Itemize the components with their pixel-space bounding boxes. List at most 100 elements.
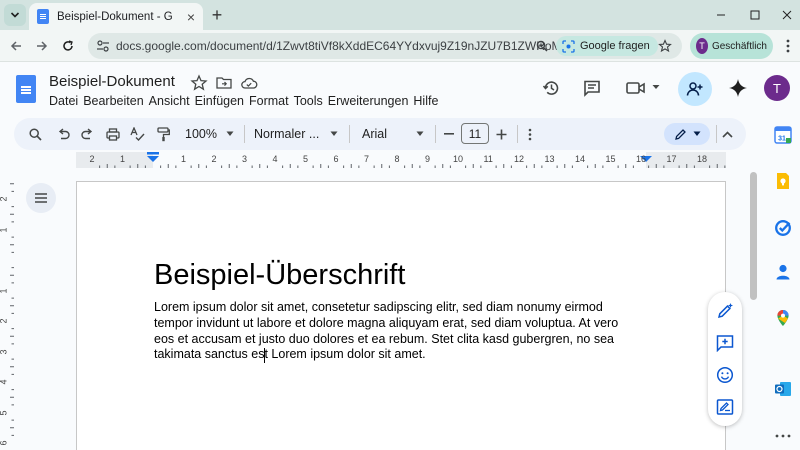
side-panel: 31: [762, 115, 800, 450]
document-title[interactable]: Beispiel-Dokument: [49, 73, 175, 90]
redo-button[interactable]: [78, 125, 96, 143]
outlook-icon[interactable]: [774, 380, 792, 398]
menu-format[interactable]: Format: [249, 94, 294, 108]
menu-tools[interactable]: Tools: [294, 94, 328, 108]
font-size-input[interactable]: 11: [461, 123, 489, 144]
hide-menus-button[interactable]: [719, 125, 735, 143]
tasks-icon[interactable]: [774, 219, 792, 237]
emoji-reaction-icon[interactable]: [716, 366, 734, 384]
close-icon: [782, 10, 792, 20]
arrow-left-icon: [10, 41, 21, 51]
spellcheck-icon: [129, 127, 145, 141]
ruler-label: 4: [0, 379, 9, 384]
close-window-button[interactable]: [778, 6, 796, 24]
zoom-in-icon[interactable]: [536, 40, 548, 52]
version-history-icon[interactable]: [542, 79, 560, 97]
font-caret-icon[interactable]: [416, 131, 424, 137]
menu-ansicht[interactable]: Ansicht: [149, 94, 195, 108]
horizontal-ruler[interactable]: 2 1 1 2 3 4 5 6 7 8 9 10 11 12 13 14 15 16 17 18: [76, 152, 726, 168]
more-vertical-icon: [786, 39, 790, 53]
suggest-edits-icon[interactable]: [716, 398, 734, 416]
menu-bearbeiten[interactable]: Bearbeiten: [83, 94, 148, 108]
menu-datei[interactable]: Datei: [49, 94, 83, 108]
paint-format-button[interactable]: [154, 125, 172, 143]
ruler-label: 17: [666, 154, 677, 164]
ruler-label: 15: [605, 154, 616, 164]
minimize-window-button[interactable]: [712, 6, 730, 24]
gemini-sparkle-icon[interactable]: [728, 78, 748, 98]
search-icon: [28, 127, 42, 141]
docs-header: Beispiel-Dokument Datei Bearbeiten Ansic…: [0, 63, 800, 115]
font-select[interactable]: Arial: [362, 125, 402, 143]
ruler-label: 9: [425, 154, 431, 164]
profile-chip[interactable]: T Geschäftlich: [690, 33, 773, 59]
ask-google-button[interactable]: Google fragen: [556, 36, 658, 56]
maximize-window-button[interactable]: [746, 6, 764, 24]
menu-hilfe[interactable]: Hilfe: [413, 94, 443, 108]
ruler-label: 5: [303, 154, 309, 164]
comments-icon[interactable]: [583, 79, 601, 97]
browser-tab-active[interactable]: Beispiel-Dokument - Google Do ×: [29, 3, 203, 30]
toolbar-divider: [244, 125, 245, 143]
address-bar[interactable]: docs.google.com/document/d/1Zwvt8tiVf8kX…: [88, 33, 682, 59]
browser-toolbar: docs.google.com/document/d/1Zwvt8tiVf8kX…: [0, 30, 800, 62]
new-tab-button[interactable]: +: [207, 5, 227, 25]
vertical-scrollbar[interactable]: [748, 168, 760, 450]
zoom-select[interactable]: 100%: [184, 125, 218, 143]
move-to-folder-icon[interactable]: [215, 74, 233, 92]
toolbar-divider: [716, 125, 717, 143]
close-tab-icon[interactable]: ×: [187, 10, 195, 24]
more-tools-button[interactable]: [524, 125, 536, 143]
document-paragraph[interactable]: Lorem ipsum dolor sit amet, consetetur s…: [154, 300, 634, 363]
redo-icon: [80, 128, 92, 140]
maps-icon[interactable]: [774, 309, 792, 327]
style-caret-icon[interactable]: [330, 131, 338, 137]
url-text: docs.google.com/document/d/1Zwvt8tiVf8kX…: [116, 39, 595, 53]
caret-down-icon[interactable]: [652, 83, 660, 91]
document-outline-button[interactable]: [26, 183, 56, 213]
vertical-ruler[interactable]: 2 1 1 2 3 4 5 6: [0, 182, 14, 450]
share-button[interactable]: [678, 72, 712, 106]
menu-einfuegen[interactable]: Einfügen: [195, 94, 249, 108]
arrow-right-icon: [37, 41, 48, 51]
browser-tab-strip: Beispiel-Dokument - Google Do × +: [0, 0, 800, 30]
contacts-icon[interactable]: [774, 263, 792, 281]
print-button[interactable]: [104, 125, 122, 143]
increase-font-size-button[interactable]: [494, 125, 508, 143]
site-settings-icon[interactable]: [96, 39, 110, 53]
spellcheck-button[interactable]: [128, 125, 146, 143]
document-heading[interactable]: Beispiel-Überschrift: [154, 259, 405, 292]
plus-icon: [496, 129, 506, 139]
star-icon[interactable]: [190, 74, 208, 92]
editing-mode-button[interactable]: [664, 123, 710, 145]
profile-avatar: T: [696, 38, 708, 54]
video-call-icon[interactable]: [626, 79, 648, 97]
ruler-label: 6: [333, 154, 339, 164]
decrease-font-size-button[interactable]: [442, 125, 456, 143]
help-me-write-icon[interactable]: [716, 302, 734, 320]
keep-icon[interactable]: [774, 172, 792, 190]
zoom-caret-icon[interactable]: [226, 131, 234, 137]
search-menus-button[interactable]: [26, 125, 44, 143]
account-avatar[interactable]: T: [764, 75, 790, 101]
menu-erweiterungen[interactable]: Erweiterungen: [328, 94, 414, 108]
bookmark-star-icon[interactable]: [658, 39, 672, 53]
ruler-label: 1: [0, 227, 9, 232]
more-horizontal-icon[interactable]: [774, 427, 792, 445]
chevron-up-icon: [721, 130, 733, 138]
calendar-icon[interactable]: 31: [774, 126, 792, 144]
toolbar-divider: [435, 125, 436, 143]
undo-button[interactable]: [54, 125, 72, 143]
browser-menu-button[interactable]: [778, 36, 798, 56]
forward-button[interactable]: [32, 36, 52, 56]
reload-button[interactable]: [58, 36, 78, 56]
google-docs-logo-icon[interactable]: [16, 75, 36, 103]
tab-search-button[interactable]: [4, 4, 26, 26]
paragraph-style-select[interactable]: Normaler ...: [254, 125, 324, 143]
add-comment-icon[interactable]: [716, 334, 734, 352]
ruler-label: 10: [453, 154, 464, 164]
ruler-label: 6: [0, 440, 9, 445]
cloud-saved-icon[interactable]: [240, 74, 258, 92]
scrollbar-thumb[interactable]: [750, 172, 757, 300]
back-button[interactable]: [6, 36, 26, 56]
